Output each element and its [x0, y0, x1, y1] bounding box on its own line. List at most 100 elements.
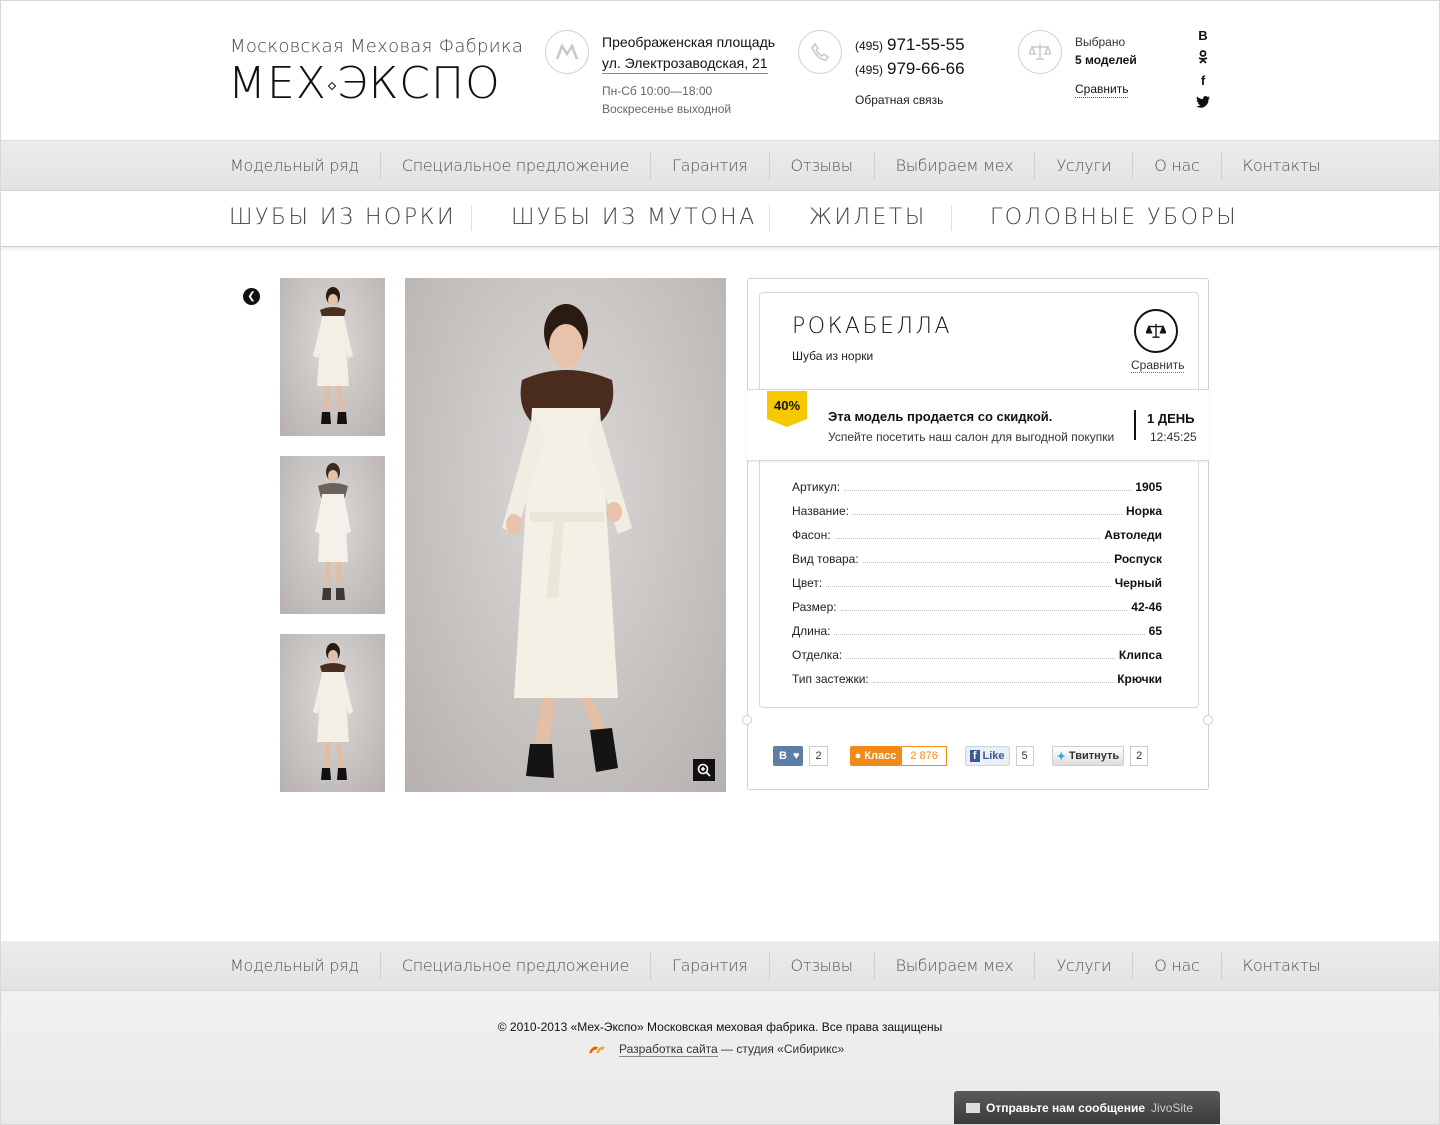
footer-nav-item-reviews[interactable]: Отзывы [768, 952, 874, 980]
copyright: © 2010-2013 «Мех-Экспо» Московская мехов… [497, 1020, 943, 1034]
vk-share-count: 2 [809, 746, 828, 766]
address-line-2[interactable]: ул. Электрозаводская, 21 [602, 55, 768, 74]
nav-item-services[interactable]: Услуги [1034, 152, 1132, 180]
spec-value: 1905 [1135, 480, 1162, 494]
vk-share-button[interactable]: В ♥ [773, 746, 804, 766]
spec-key: Длина: [792, 624, 831, 638]
selected-label: Выбрано [1075, 35, 1126, 49]
category-mink-coats[interactable]: ШУБЫ ИЗ НОРКИ [229, 205, 456, 230]
spec-row: Вид товара: Роспуск [792, 552, 1162, 576]
spec-row: Длина: 65 [792, 624, 1162, 648]
ok-share-count: 2 876 [901, 746, 947, 766]
nav-item-about[interactable]: О нас [1132, 152, 1220, 180]
footer-nav-item-services[interactable]: Услуги [1034, 952, 1132, 980]
tweet-button[interactable]: ✦ Твитнуть [1051, 746, 1125, 766]
phone-2[interactable]: (495) 979-66-66 [855, 59, 965, 79]
phone-icon [798, 30, 842, 74]
jivo-brand: JivoSite [1151, 1101, 1194, 1115]
ok-share-button[interactable]: ● Класс [849, 746, 902, 766]
sale-text: Успейте посетить наш салон для выгодной … [828, 430, 1115, 444]
nav-item-special-offer[interactable]: Специальное предложение [379, 152, 650, 180]
model-figure-image [312, 643, 353, 780]
footer-nav-item-special-offer[interactable]: Специальное предложение [379, 952, 650, 980]
developer-text: — студия «Сибирикс» [717, 1042, 845, 1056]
spec-key: Размер: [792, 600, 837, 614]
compare-link[interactable]: Сравнить [1075, 82, 1129, 98]
logo[interactable]: МЕХ ЭКСПО [228, 60, 501, 108]
spec-key: Артикул: [792, 480, 841, 494]
phone-1-code: (495) [855, 39, 884, 53]
developer-link[interactable]: Разработка сайта [619, 1042, 718, 1057]
sale-title: Эта модель продается со скидкой. [828, 409, 1053, 424]
zoom-icon[interactable] [693, 759, 715, 781]
spec-value: Крючки [1117, 672, 1162, 686]
selected-count: 5 моделей [1075, 53, 1137, 67]
main-product-photo[interactable] [405, 278, 726, 792]
spec-list: Артикул: 1905 Название: Норка Фасон: Автоле… [792, 480, 1162, 696]
fb-like-button[interactable]: f Like [964, 746, 1010, 766]
ok-label: Класс [864, 750, 897, 762]
spec-value: Роспуск [1114, 552, 1162, 566]
gallery-thumbnail[interactable] [280, 634, 385, 792]
fb-label: Like [982, 750, 1005, 762]
phone-1[interactable]: (495) 971-55-55 [855, 35, 965, 55]
vk-label: В [779, 750, 787, 762]
odnoklassniki-icon[interactable] [1196, 50, 1210, 67]
fb-like-count: 5 [1015, 746, 1034, 766]
facebook-icon: f [969, 750, 980, 762]
spec-key: Фасон: [792, 528, 831, 542]
main-nav: Модельный ряд Специальное предложение Га… [0, 141, 1440, 191]
envelope-icon [966, 1103, 980, 1113]
jivosite-chat-button[interactable]: Отправьте нам сообщение JivoSite [954, 1091, 1220, 1125]
category-mouton-coats[interactable]: ШУБЫ ИЗ МУТОНА [511, 205, 757, 230]
spec-key: Вид товара: [792, 552, 859, 566]
sibirix-logo-icon [589, 1046, 605, 1053]
footer-nav-item-contacts[interactable]: Контакты [1220, 952, 1321, 980]
footer-nav-item-choosing-fur[interactable]: Выбираем мех [873, 952, 1035, 980]
spec-row: Цвет: Черный [792, 576, 1162, 600]
logo-diamond-icon [327, 81, 337, 91]
developer-credit: Разработка сайта — студия «Сибирикс» [619, 1042, 845, 1057]
sale-banner [747, 389, 1209, 461]
share-buttons: В ♥ 2 ● Класс 2 876 f Like 5 ✦ Твитнуть 2 [773, 745, 1149, 767]
product-title: РОКАБЕЛЛА [792, 314, 953, 339]
spec-key: Отделка: [792, 648, 843, 662]
spec-value: Клипса [1118, 648, 1162, 662]
product-subtitle: Шуба из норки [792, 349, 874, 363]
nav-item-choosing-fur[interactable]: Выбираем мех [873, 152, 1035, 180]
spec-value: 42-46 [1131, 600, 1162, 614]
nav-item-models[interactable]: Модельный ряд [230, 152, 380, 180]
vk-icon[interactable]: В [1196, 28, 1210, 43]
category-divider [471, 205, 472, 231]
twitter-icon[interactable] [1196, 96, 1210, 111]
nav-item-warranty[interactable]: Гарантия [650, 152, 769, 180]
category-vests[interactable]: ЖИЛЕТЫ [809, 205, 927, 230]
footer-nav-item-models[interactable]: Модельный ряд [230, 952, 380, 980]
model-figure-image [501, 304, 632, 778]
address-line-1: Преображенская площадь [602, 34, 776, 50]
gallery-thumbnail[interactable] [280, 278, 385, 436]
hours-weekdays: Пн-Сб 10:00—18:00 [602, 84, 713, 98]
feedback-link[interactable]: Обратная связь [855, 93, 943, 107]
spec-value: Черный [1114, 576, 1162, 590]
compare-button[interactable]: Сравнить [1131, 358, 1185, 373]
heart-icon: ♥ [792, 750, 800, 762]
nav-item-reviews[interactable]: Отзывы [768, 152, 874, 180]
odnoklassniki-icon: ● [854, 750, 862, 762]
category-divider [769, 205, 770, 231]
footer-nav-item-about[interactable]: О нас [1132, 952, 1220, 980]
gallery-thumbnail[interactable] [280, 456, 385, 614]
nav-item-contacts[interactable]: Контакты [1220, 152, 1321, 180]
spec-value: Автоледи [1104, 528, 1162, 542]
model-figure-image [314, 463, 351, 600]
spec-row: Фасон: Автоледи [792, 528, 1162, 552]
gallery-prev-button[interactable]: ❮ [243, 288, 260, 305]
sale-divider [1134, 410, 1136, 440]
card-notch [742, 715, 752, 725]
category-hats[interactable]: ГОЛОВНЫЕ УБОРЫ [990, 205, 1238, 230]
tweet-count: 2 [1130, 746, 1149, 766]
footer-nav-item-warranty[interactable]: Гарантия [650, 952, 769, 980]
facebook-icon[interactable]: f [1196, 73, 1210, 88]
twitter-icon: ✦ [1056, 750, 1066, 763]
compare-scales-icon[interactable] [1134, 309, 1178, 353]
